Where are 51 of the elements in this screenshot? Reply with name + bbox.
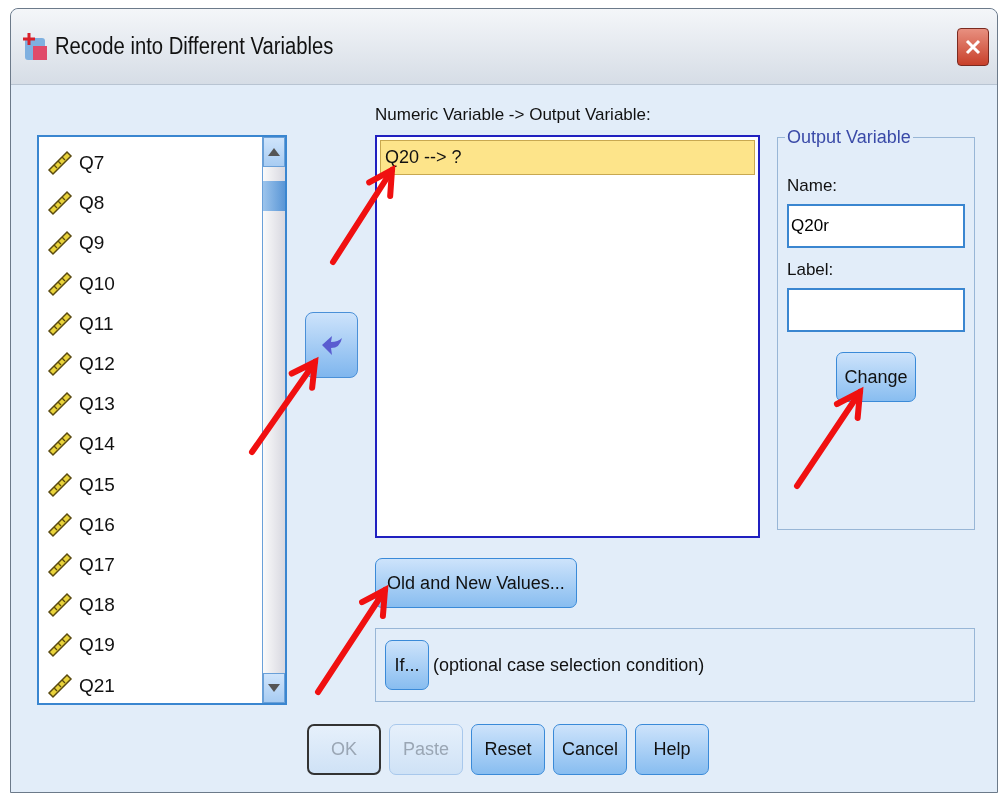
scroll-down-icon[interactable] <box>263 673 285 703</box>
variable-item[interactable]: Q10 <box>79 272 115 295</box>
ruler-icon <box>47 351 73 378</box>
variable-item[interactable]: Q15 <box>79 473 115 496</box>
ruler-icon <box>47 632 73 659</box>
variable-item[interactable]: Q13 <box>79 393 115 416</box>
dialog-button[interactable]: Cancel <box>553 724 627 775</box>
ruler-icon <box>47 310 73 337</box>
variable-item[interactable]: Q12 <box>79 353 115 376</box>
mapping-label: Numeric Variable -> Output Variable: <box>375 105 652 126</box>
scroll-up-icon[interactable] <box>263 137 285 167</box>
ruler-icon <box>47 511 73 538</box>
app-icon <box>23 31 49 62</box>
name-field[interactable]: Q20r <box>787 204 965 248</box>
ruler-icon <box>47 230 73 257</box>
variable-item[interactable]: Q11 <box>79 312 114 335</box>
condition-text: (optional case selection condition) <box>433 654 705 676</box>
ruler-icon <box>47 551 73 578</box>
variable-item[interactable]: Q18 <box>79 594 115 617</box>
ruler-icon <box>47 672 73 699</box>
mapping-item[interactable]: Q20 --> ? <box>380 140 755 175</box>
dialog-button[interactable]: Reset <box>471 724 545 775</box>
old-and-new-values-button[interactable]: Old and New Values... <box>375 558 577 608</box>
scrollbar[interactable] <box>262 137 285 703</box>
ruler-icon <box>47 270 73 297</box>
variable-item[interactable]: Q17 <box>79 553 115 576</box>
name-label: Name: <box>787 176 839 196</box>
variable-item[interactable]: Q21 <box>79 674 115 697</box>
ruler-icon <box>47 471 73 498</box>
change-button[interactable]: Change <box>836 352 916 402</box>
group-title: Output Variable <box>786 127 912 148</box>
variable-item[interactable]: Q8 <box>79 192 105 215</box>
close-button[interactable] <box>957 27 989 66</box>
label-field[interactable] <box>787 288 965 332</box>
move-back-button[interactable] <box>305 312 358 378</box>
ruler-icon <box>47 592 73 619</box>
close-icon[interactable] <box>965 38 981 55</box>
variable-item[interactable]: Q7 <box>79 152 105 175</box>
ruler-icon <box>47 150 73 177</box>
variable-item[interactable]: Q19 <box>79 634 115 657</box>
scroll-thumb[interactable] <box>263 181 285 211</box>
variable-item[interactable]: Q9 <box>79 232 105 255</box>
ruler-icon <box>47 391 73 418</box>
variable-item[interactable]: Q16 <box>79 513 115 536</box>
label-label: Label: <box>787 260 835 280</box>
window-title: Recode into Different Variables <box>55 33 334 60</box>
if-button[interactable]: If... <box>385 640 429 690</box>
ruler-icon <box>47 190 73 217</box>
dialog-button[interactable]: Help <box>635 724 709 775</box>
ruler-icon <box>47 431 73 458</box>
variable-item[interactable]: Q14 <box>79 433 115 456</box>
